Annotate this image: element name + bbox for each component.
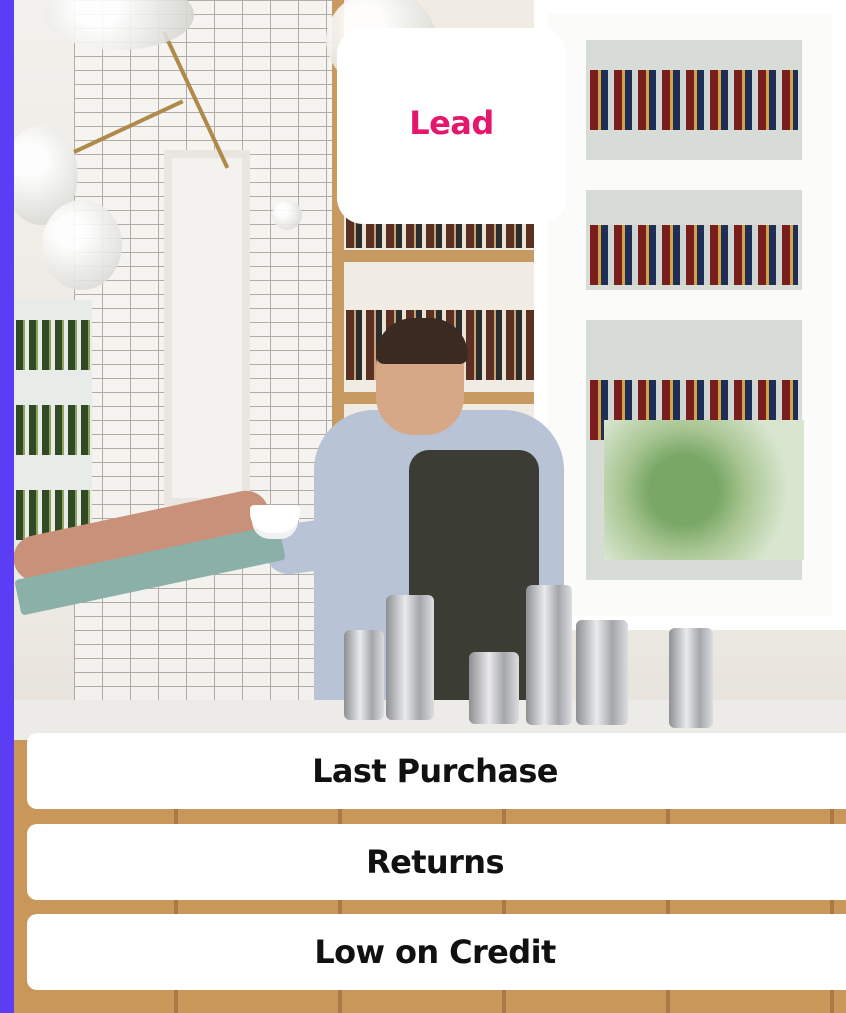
shaker-tin bbox=[469, 652, 519, 724]
display-cabinet bbox=[534, 0, 846, 630]
shaker-tin bbox=[669, 628, 713, 728]
lead-badge: Lead bbox=[337, 28, 566, 224]
window-frame bbox=[164, 150, 250, 506]
shaker-tin bbox=[344, 630, 384, 720]
lamp-globe bbox=[272, 200, 302, 230]
cabinet-bottles bbox=[590, 225, 798, 285]
option-label: Last Purchase bbox=[312, 752, 558, 790]
shaker-tin bbox=[526, 585, 572, 725]
accent-stripe bbox=[0, 0, 14, 1013]
option-returns[interactable]: Returns bbox=[27, 824, 846, 900]
shaker-tin bbox=[386, 595, 434, 720]
lamp-globe bbox=[42, 200, 122, 290]
bottle-row bbox=[16, 405, 90, 455]
cabinet-greenery bbox=[604, 420, 804, 560]
option-label: Low on Credit bbox=[314, 933, 556, 971]
option-low-on-credit[interactable]: Low on Credit bbox=[27, 914, 846, 990]
bottle-row bbox=[16, 320, 90, 370]
option-label: Returns bbox=[366, 843, 504, 881]
lead-label: Lead bbox=[409, 104, 494, 142]
cabinet-bottles bbox=[590, 70, 798, 130]
option-last-purchase[interactable]: Last Purchase bbox=[27, 733, 846, 809]
shaker-tin bbox=[576, 620, 628, 725]
